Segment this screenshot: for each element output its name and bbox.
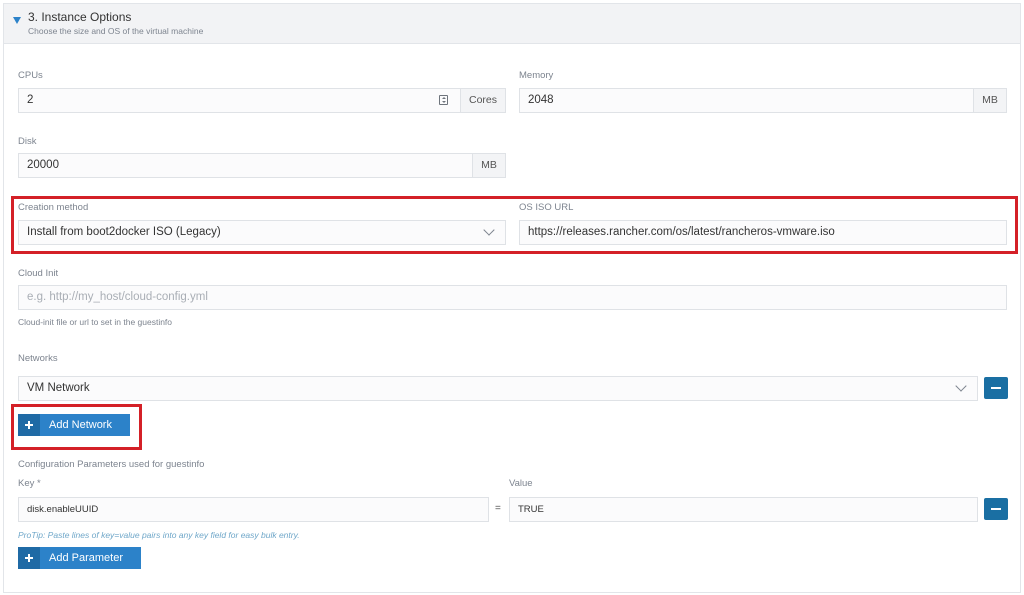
add-parameter-button[interactable]: Add Parameter: [18, 547, 141, 569]
section-header[interactable]: 3. Instance Options Choose the size and …: [4, 4, 1020, 44]
config-params-label: Configuration Parameters used for guesti…: [18, 459, 205, 470]
param-key-value: disk.enableUUID: [27, 504, 99, 515]
networks-label: Networks: [18, 353, 58, 364]
remove-network-button[interactable]: [984, 377, 1008, 399]
cloud-init-placeholder: e.g. http://my_host/cloud-config.yml: [27, 291, 208, 303]
param-value-input[interactable]: TRUE: [509, 497, 978, 522]
cpus-value: 2: [27, 94, 34, 106]
param-value-value: TRUE: [518, 504, 544, 515]
memory-label: Memory: [519, 70, 554, 81]
cpus-unit-addon: Cores: [460, 89, 505, 112]
network-select[interactable]: VM Network: [18, 376, 978, 401]
cloud-init-label: Cloud Init: [18, 268, 59, 279]
protip-text: ProTip: Paste lines of key=value pairs i…: [18, 530, 300, 540]
disk-unit-addon: MB: [472, 154, 505, 177]
memory-unit-addon: MB: [973, 89, 1006, 112]
disk-input[interactable]: 20000 MB: [18, 153, 506, 178]
chevron-down-icon: [955, 380, 967, 392]
disk-label: Disk: [18, 136, 37, 147]
disk-value: 20000: [27, 159, 59, 171]
key-column-header: Key *: [18, 478, 41, 489]
remove-parameter-button[interactable]: [984, 498, 1008, 520]
creation-method-highlight-box: [11, 196, 1018, 254]
section-subtitle: Choose the size and OS of the virtual ma…: [28, 26, 204, 36]
memory-input[interactable]: 2048 MB: [519, 88, 1007, 113]
network-select-value: VM Network: [27, 382, 90, 394]
param-key-input[interactable]: disk.enableUUID: [18, 497, 489, 522]
plus-icon: [18, 547, 40, 569]
cpus-input[interactable]: 2 Cores: [18, 88, 506, 113]
value-column-header: Value: [509, 478, 533, 489]
caret-down-icon[interactable]: [13, 17, 21, 24]
instance-options-panel: 3. Instance Options Choose the size and …: [3, 3, 1021, 593]
key-value-separator: =: [495, 503, 501, 514]
cpus-label: CPUs: [18, 70, 43, 81]
section-title: 3. Instance Options: [28, 10, 132, 24]
memory-value: 2048: [528, 94, 554, 106]
add-parameter-label: Add Parameter: [49, 552, 123, 564]
cloud-init-input[interactable]: e.g. http://my_host/cloud-config.yml: [18, 285, 1007, 310]
add-network-highlight-box: [11, 404, 142, 450]
number-stepper-icon[interactable]: [439, 95, 448, 105]
cloud-init-help-text: Cloud-init file or url to set in the gue…: [18, 317, 173, 327]
